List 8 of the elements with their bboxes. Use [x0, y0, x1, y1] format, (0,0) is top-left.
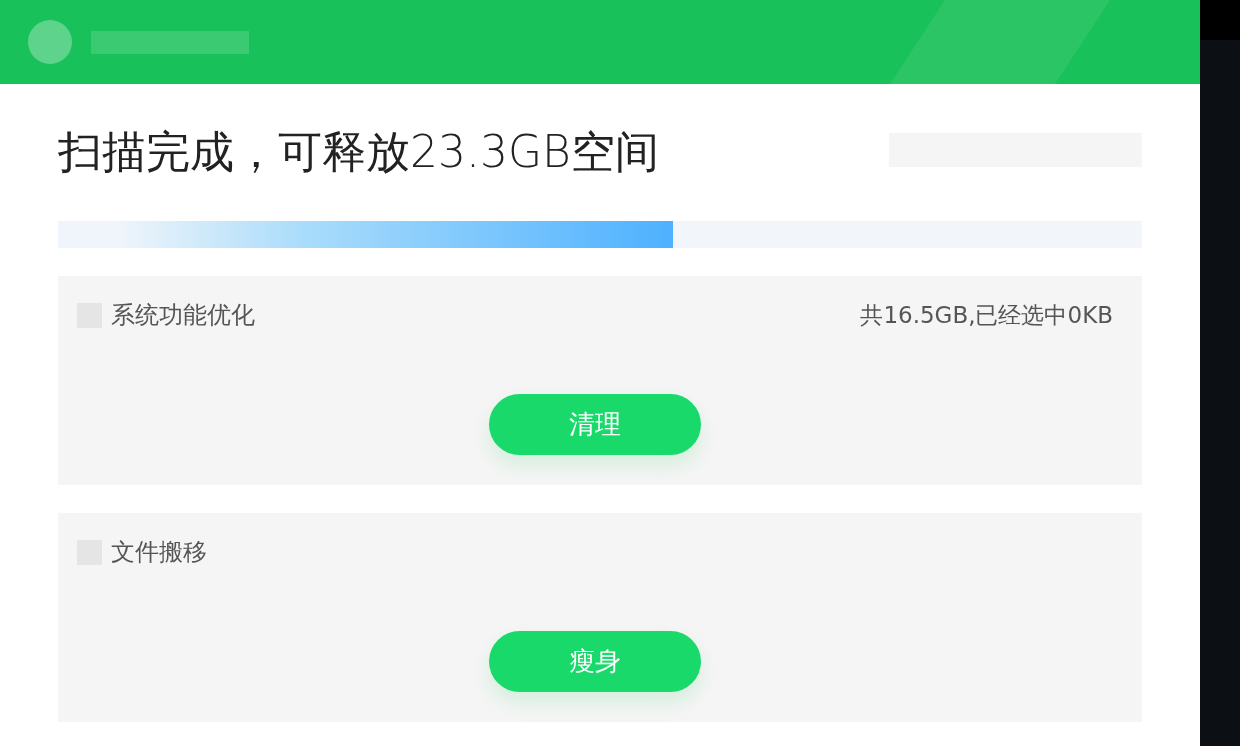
action-button[interactable]: 清理: [489, 394, 701, 455]
size-summary: 共16.5GB,已经选中0KB: [860, 300, 1113, 330]
logo-placeholder: [28, 20, 72, 64]
panel-top-block: [1200, 0, 1240, 40]
scan-result-title: 扫描完成，可释放23.3GB空间: [58, 125, 659, 179]
action-button[interactable]: 瘦身: [489, 631, 701, 692]
section-label: 文件搬移: [111, 537, 207, 568]
section-label: 系统功能优化: [111, 300, 255, 331]
